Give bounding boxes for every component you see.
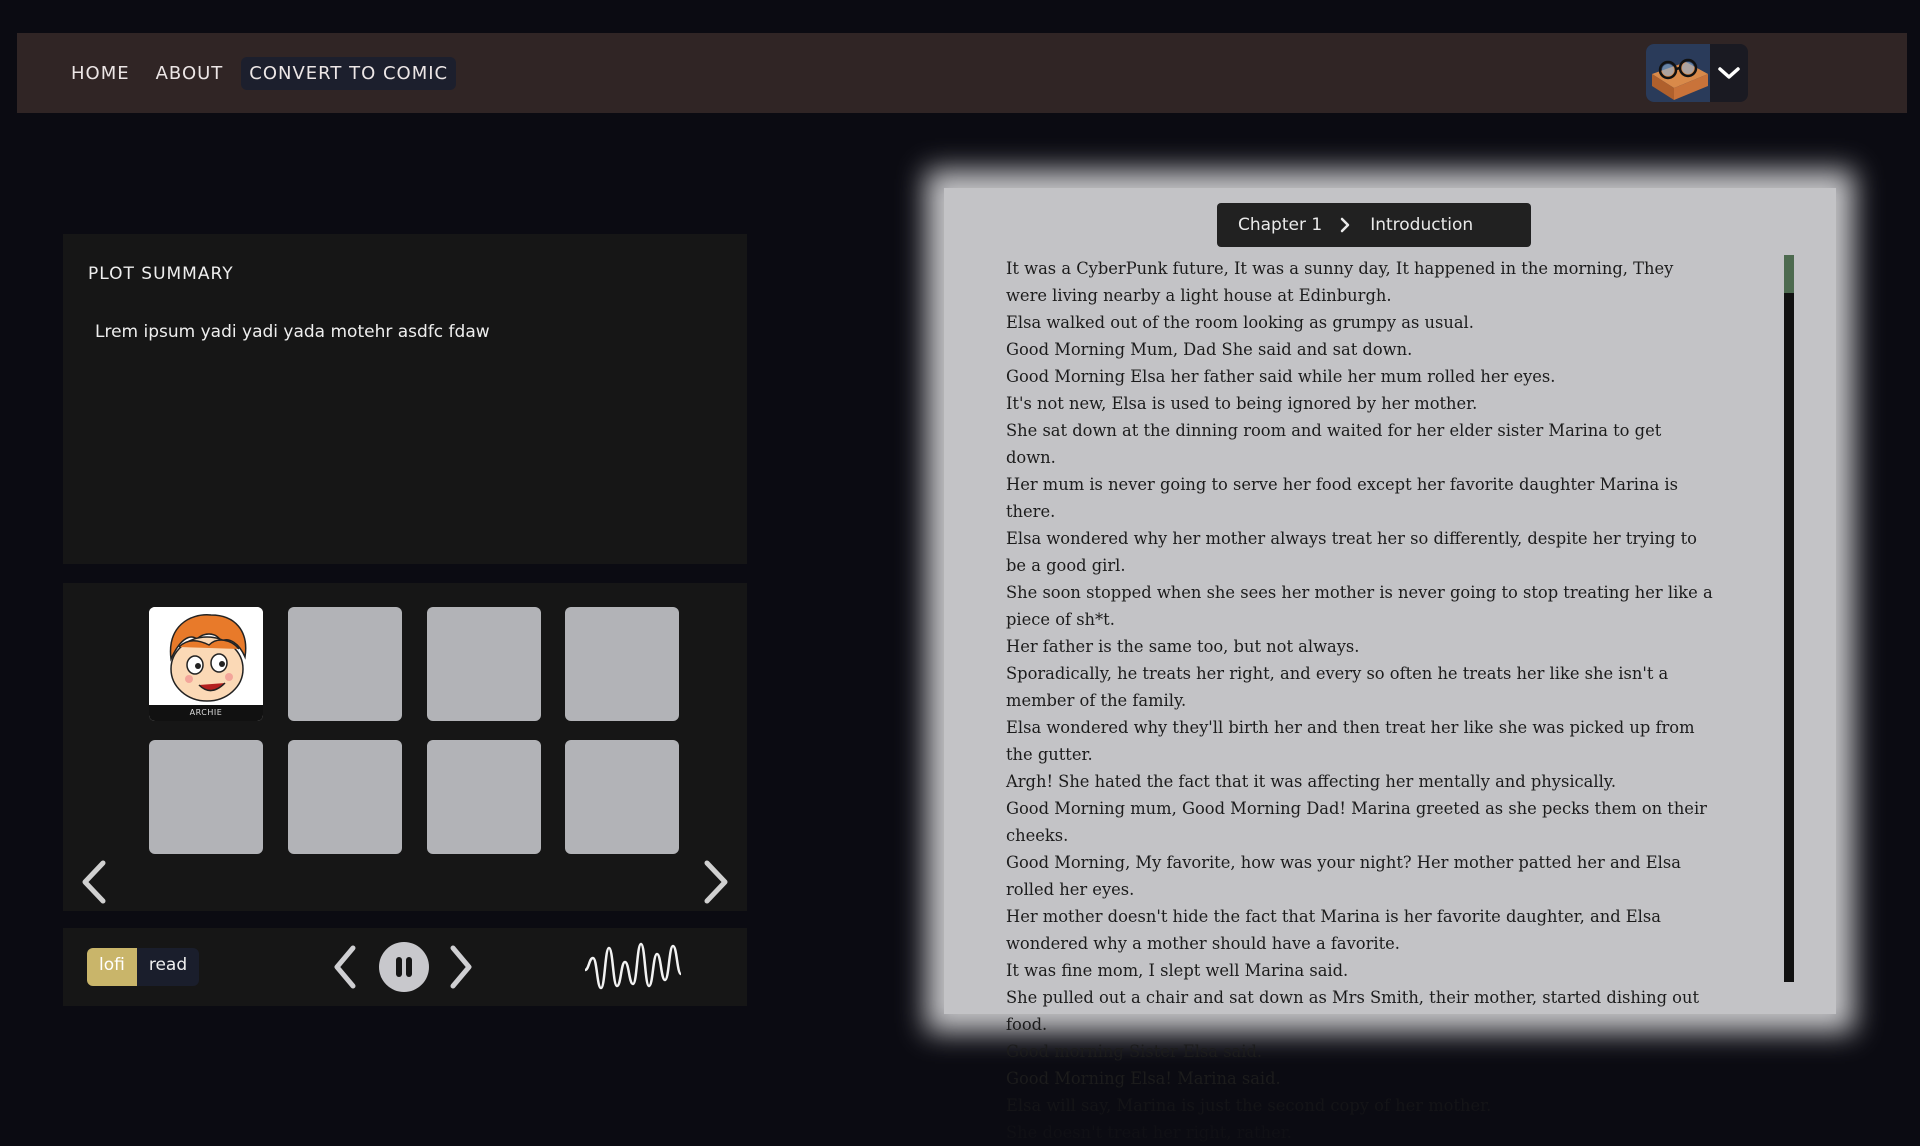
breadcrumb-section[interactable]: Introduction — [1370, 215, 1473, 235]
story-paragraph: Good Morning mum, Good Morning Dad! Mari… — [1006, 799, 1707, 845]
story-paragraph: She pulled out a chair and sat down as M… — [1006, 988, 1699, 1034]
character-tile-empty[interactable] — [427, 607, 541, 721]
reader-scrollbar-thumb[interactable] — [1784, 255, 1794, 293]
story-paragraph: Good Morning Mum, Dad She said and sat d… — [1006, 340, 1413, 359]
story-paragraph: Her mum is never going to serve her food… — [1006, 475, 1678, 521]
character-tile-empty[interactable] — [427, 740, 541, 854]
sound-wave-icon — [584, 942, 683, 990]
nav-about[interactable]: ABOUT — [148, 57, 232, 90]
chevron-right-icon — [1340, 217, 1350, 233]
story-paragraph: Sporadically, he treats her right, and e… — [1006, 664, 1669, 710]
mode-lofi-button[interactable]: lofi — [87, 948, 137, 986]
story-paragraph: Good Morning, My favorite, how was your … — [1006, 853, 1681, 899]
character-tile-archie[interactable]: ARCHIE — [149, 607, 263, 721]
grid-prev-arrow-icon[interactable] — [77, 859, 113, 905]
grid-next-arrow-icon[interactable] — [697, 859, 733, 905]
character-tile-empty[interactable] — [288, 740, 402, 854]
archie-portrait-icon — [149, 607, 263, 705]
story-paragraph: Elsa wondered why her mother always trea… — [1006, 529, 1697, 575]
mode-read-button[interactable]: read — [136, 948, 200, 986]
character-tile-empty[interactable] — [565, 607, 679, 721]
story-paragraph: She doesn't treat her right, rather. — [1006, 1123, 1292, 1142]
next-track-icon[interactable] — [445, 942, 477, 992]
character-tile-empty[interactable] — [565, 740, 679, 854]
character-label: ARCHIE — [149, 705, 263, 721]
profile-dropdown-button[interactable] — [1710, 44, 1748, 102]
character-grid-panel: ARCHIE — [63, 583, 747, 911]
plot-summary-panel: PLOT SUMMARY Lrem ipsum yadi yadi yada m… — [63, 234, 747, 564]
reading-glasses-book-icon[interactable] — [1646, 44, 1710, 102]
story-paragraph: She soon stopped when she sees her mothe… — [1006, 583, 1713, 629]
story-paragraph: Elsa walked out of the room looking as g… — [1006, 313, 1474, 332]
pause-icon — [396, 957, 412, 977]
pause-button[interactable] — [379, 942, 429, 992]
audio-player: lofi read — [63, 928, 747, 1006]
top-navbar: HOME ABOUT CONVERT TO COMIC — [17, 33, 1907, 113]
breadcrumb-chapter[interactable]: Chapter 1 — [1238, 215, 1322, 235]
story-paragraph: It's not new, Elsa is used to being igno… — [1006, 394, 1478, 413]
story-paragraph: Elsa wondered why they'll birth her and … — [1006, 718, 1695, 764]
chevron-down-icon — [1718, 67, 1740, 79]
story-paragraph: It was a CyberPunk future, It was a sunn… — [1006, 259, 1674, 305]
nav-convert-to-comic[interactable]: CONVERT TO COMIC — [241, 56, 457, 90]
plot-summary-text: Lrem ipsum yadi yadi yada motehr asdfc f… — [95, 322, 490, 342]
previous-track-icon[interactable] — [329, 942, 361, 992]
main-nav: HOME ABOUT CONVERT TO COMIC — [63, 56, 457, 90]
story-paragraph: It was fine mom, I slept well Marina sai… — [1006, 961, 1349, 980]
story-paragraph: Her mother doesn't hide the fact that Ma… — [1006, 907, 1661, 953]
story-paragraph: Good Morning Elsa her father said while … — [1006, 367, 1556, 386]
reader-scrollbar[interactable] — [1784, 255, 1794, 982]
plot-summary-title: PLOT SUMMARY — [88, 264, 234, 284]
mode-toggle: lofi read — [87, 948, 200, 986]
story-paragraph: Elsa will say, Marina is just the second… — [1006, 1096, 1492, 1115]
nav-home[interactable]: HOME — [63, 57, 138, 90]
character-tile-empty[interactable] — [288, 607, 402, 721]
story-paragraph: Good morning Sister Elsa said. — [1006, 1042, 1263, 1061]
story-paragraph: Her father is the same too, but not alwa… — [1006, 637, 1360, 656]
story-paragraph: She sat down at the dinning room and wai… — [1006, 421, 1662, 467]
story-paragraph: Good Morning Elsa! Marina said. — [1006, 1069, 1281, 1088]
story-paragraph: Argh! She hated the fact that it was aff… — [1006, 772, 1616, 791]
story-text: It was a CyberPunk future, It was a sunn… — [1006, 255, 1716, 1142]
chapter-breadcrumb[interactable]: Chapter 1 Introduction — [1217, 203, 1531, 247]
character-tile-empty[interactable] — [149, 740, 263, 854]
profile-menu[interactable] — [1646, 44, 1748, 102]
